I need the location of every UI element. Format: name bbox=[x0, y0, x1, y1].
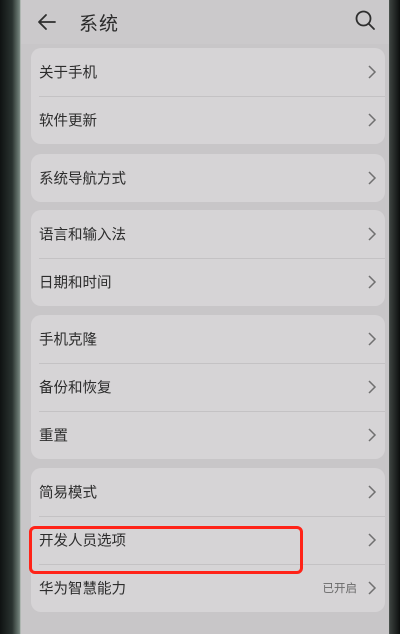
chevron-right-icon bbox=[368, 485, 377, 499]
settings-item-label: 开发人员选项 bbox=[39, 533, 126, 550]
settings-group-3: 语言和输入法 日期和时间 bbox=[31, 210, 385, 306]
chevron-right-icon bbox=[368, 581, 377, 595]
chevron-right-icon bbox=[368, 275, 377, 289]
settings-item-phone-clone[interactable]: 手机克隆 bbox=[31, 315, 385, 363]
settings-item-status: 已开启 bbox=[322, 581, 358, 595]
chevron-right-icon bbox=[368, 171, 377, 185]
settings-group-4: 手机克隆 备份和恢复 重置 bbox=[31, 315, 385, 459]
page-title: 系统 bbox=[79, 13, 120, 35]
settings-item-date-time[interactable]: 日期和时间 bbox=[31, 258, 385, 306]
settings-item-label: 关于手机 bbox=[39, 65, 97, 82]
settings-item-developer-options[interactable]: 开发人员选项 bbox=[31, 516, 385, 564]
settings-item-label: 软件更新 bbox=[39, 113, 97, 130]
settings-item-label: 手机克隆 bbox=[39, 332, 97, 349]
settings-item-label: 简易模式 bbox=[39, 485, 97, 502]
settings-item-label: 日期和时间 bbox=[39, 275, 112, 292]
app-header: 系统 bbox=[21, 0, 389, 44]
chevron-right-icon bbox=[368, 113, 377, 127]
settings-item-system-navigation[interactable]: 系统导航方式 bbox=[31, 154, 385, 202]
chevron-right-icon bbox=[368, 380, 377, 394]
settings-item-software-update[interactable]: 软件更新 bbox=[31, 96, 385, 144]
settings-item-label: 备份和恢复 bbox=[39, 380, 112, 397]
settings-item-backup-restore[interactable]: 备份和恢复 bbox=[31, 363, 385, 411]
settings-group-1: 关于手机 软件更新 bbox=[31, 48, 385, 144]
settings-item-reset[interactable]: 重置 bbox=[31, 411, 385, 459]
settings-group-5: 简易模式 开发人员选项 华为智慧能力 已开启 bbox=[31, 468, 385, 612]
settings-group-2: 系统导航方式 bbox=[31, 154, 385, 202]
settings-item-label: 语言和输入法 bbox=[39, 227, 126, 244]
settings-item-label: 系统导航方式 bbox=[39, 171, 126, 188]
settings-item-huawei-ai[interactable]: 华为智慧能力 已开启 bbox=[31, 564, 385, 612]
settings-item-simple-mode[interactable]: 简易模式 bbox=[31, 468, 385, 516]
phone-bezel-left bbox=[0, 0, 22, 634]
chevron-right-icon bbox=[368, 65, 377, 79]
phone-frame: 系统 关于手机 软件更新 系统导航方式 语言和输入法 日期和时间 手机克隆 备份… bbox=[0, 0, 400, 634]
chevron-right-icon bbox=[368, 227, 377, 241]
arrow-left-icon[interactable] bbox=[35, 10, 59, 34]
chevron-right-icon bbox=[368, 533, 377, 547]
settings-item-label: 华为智慧能力 bbox=[39, 581, 126, 598]
settings-item-label: 重置 bbox=[39, 428, 68, 445]
search-icon[interactable] bbox=[353, 8, 377, 32]
chevron-right-icon bbox=[368, 428, 377, 442]
settings-screen: 系统 关于手机 软件更新 系统导航方式 语言和输入法 日期和时间 手机克隆 备份… bbox=[20, 0, 389, 634]
settings-item-language-input[interactable]: 语言和输入法 bbox=[31, 210, 385, 258]
settings-item-about-phone[interactable]: 关于手机 bbox=[31, 48, 385, 96]
chevron-right-icon bbox=[368, 332, 377, 346]
